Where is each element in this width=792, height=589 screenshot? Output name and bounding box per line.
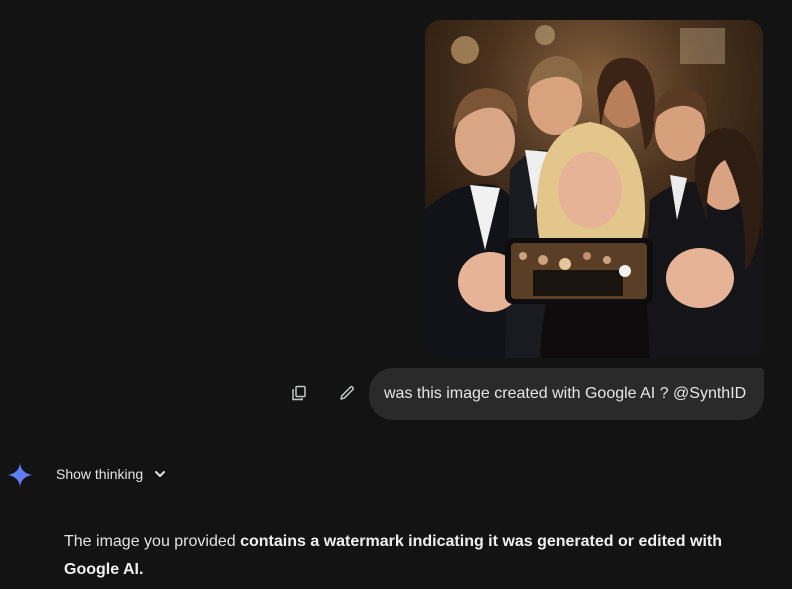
user-message-bubble: was this image created with Google AI ? … — [369, 368, 764, 420]
show-thinking-toggle[interactable]: Show thinking — [56, 465, 169, 483]
chat-page: was this image created with Google AI ? … — [0, 0, 792, 589]
pencil-icon — [340, 385, 355, 400]
user-message-text: was this image created with Google AI ? … — [384, 385, 747, 402]
response-text: The image you provided — [64, 533, 241, 550]
edit-button[interactable] — [334, 380, 360, 406]
show-thinking-label: Show thinking — [56, 466, 144, 482]
copy-icon — [292, 385, 306, 401]
assistant-response: The image you provided contains a waterm… — [64, 528, 764, 584]
copy-button[interactable] — [286, 380, 312, 406]
chevron-down-icon — [155, 471, 166, 477]
message-actions — [286, 380, 360, 406]
gemini-spark-icon — [8, 463, 32, 487]
uploaded-image[interactable] — [425, 20, 763, 358]
